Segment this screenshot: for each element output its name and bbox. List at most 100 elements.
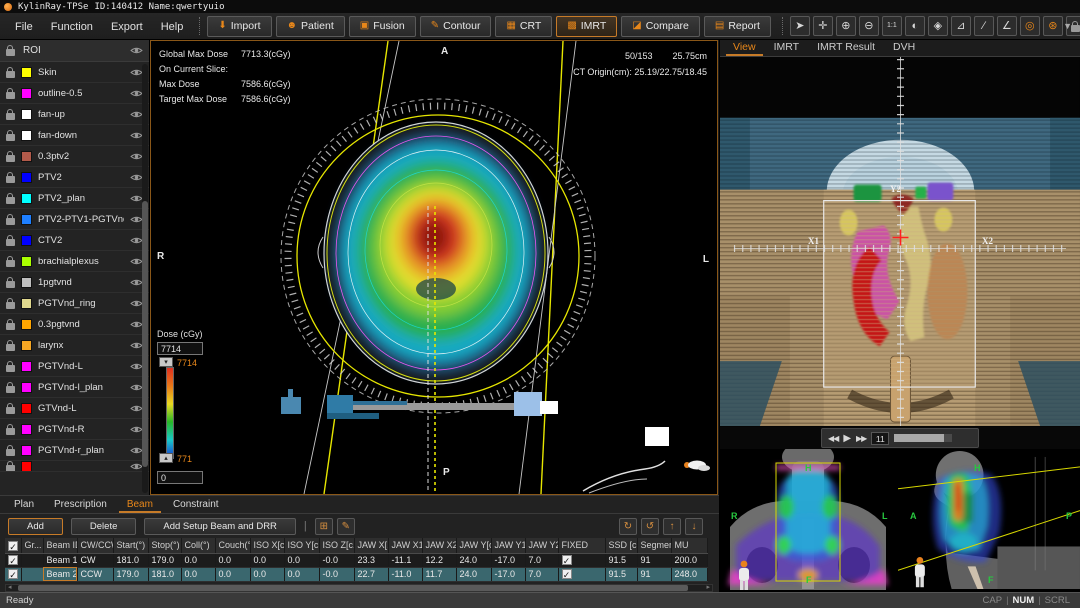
column-coll[interactable]: Coll(°) (181, 538, 215, 553)
lock-icon[interactable] (6, 323, 15, 330)
column-jaw-y1[interactable]: JAW Y1... (491, 538, 525, 553)
move-down-icon[interactable]: ↓ (685, 518, 703, 535)
rotate-ccw-icon[interactable]: ↺ (641, 518, 659, 535)
roi-color-swatch[interactable] (21, 235, 32, 246)
dose-max-input[interactable]: 7714 (157, 342, 203, 355)
lock-icon[interactable] (6, 218, 15, 225)
roi-color-swatch[interactable] (21, 298, 32, 309)
roi-item-partial[interactable] (0, 461, 149, 472)
roi-item-outline-0-5[interactable]: outline-0.5 (0, 83, 149, 104)
column-cw-ccw[interactable]: CW/CCW (77, 538, 113, 553)
table-row[interactable]: ✓Beam 2CCW179.0181.00.00.00.00.0-0.022.7… (5, 567, 707, 581)
lock-icon[interactable] (6, 113, 15, 120)
tab-plan[interactable]: Plan (6, 497, 42, 513)
lock-icon[interactable] (6, 344, 15, 351)
toolbar-button-contour[interactable]: ✎ Contour (420, 16, 492, 37)
tab-imrt-result[interactable]: IMRT Result (810, 40, 882, 56)
tab-view[interactable]: View (726, 40, 763, 56)
roi-color-swatch[interactable] (21, 193, 32, 204)
column-jaw-y-c[interactable]: JAW Y[c... (456, 538, 491, 553)
column-start[interactable]: Start(°) (113, 538, 148, 553)
toolbar-button-patient[interactable]: ☻ Patient (276, 16, 345, 37)
column-iso-x-c[interactable]: ISO X[c... (250, 538, 284, 553)
tool-zoom-in-icon[interactable]: ⊕ (836, 16, 856, 36)
lock-icon[interactable] (6, 155, 15, 162)
tab-prescription[interactable]: Prescription (46, 497, 115, 513)
lock-icon[interactable] (6, 449, 15, 456)
column-jaw-x2[interactable]: JAW X2... (422, 538, 456, 553)
roi-color-swatch[interactable] (21, 445, 32, 456)
lock-icon[interactable] (6, 465, 15, 472)
roi-item-ptv2-plan[interactable]: PTV2_plan (0, 188, 149, 209)
roi-color-swatch[interactable] (21, 130, 32, 141)
tool-dose-rings-icon[interactable]: ⊛ (1043, 16, 1063, 36)
tool-pointer-icon[interactable]: ➤ (790, 16, 810, 36)
roi-item-pgtvnd-l[interactable]: PGTVnd-L (0, 356, 149, 377)
roi-color-swatch[interactable] (21, 88, 32, 99)
column-couch[interactable]: Couch(°) (215, 538, 250, 553)
roi-item-pgtvnd-l-plan[interactable]: PGTVnd-l_plan (0, 377, 149, 398)
toolbar-button-fusion[interactable]: ▣ Fusion (349, 16, 416, 37)
menu-function[interactable]: Function (42, 18, 102, 36)
dose-lower-handle[interactable]: ▴ (159, 453, 173, 463)
lock-icon[interactable] (6, 176, 15, 183)
add-setup-beam-drr-button[interactable]: Add Setup Beam and DRR (144, 518, 296, 535)
column-fixed[interactable]: FIXED (558, 538, 605, 553)
checkbox-icon[interactable]: ✓ (8, 541, 18, 551)
edit-beam-icon[interactable]: ✎ (337, 518, 355, 535)
lock-icon[interactable] (6, 239, 15, 246)
lock-icon[interactable] (6, 49, 15, 56)
roi-color-swatch[interactable] (21, 461, 32, 472)
lock-icon[interactable] (6, 197, 15, 204)
lock-icon[interactable] (6, 407, 15, 414)
tool-zoom-out-icon[interactable]: ⊖ (859, 16, 879, 36)
table-row[interactable]: ✓Beam 1CW181.0179.00.00.00.00.0-0.023.3-… (5, 553, 707, 567)
beam-enabled-checkbox[interactable]: ✓ (8, 569, 18, 579)
roi-item-fan-down[interactable]: fan-down (0, 125, 149, 146)
roi-item-gtvnd-l[interactable]: GTVnd-L (0, 398, 149, 419)
roi-item-0-3ptv2[interactable]: 0.3ptv2 (0, 146, 149, 167)
roi-item-0-3pgtvnd[interactable]: 0.3pgtvnd (0, 314, 149, 335)
dose-upper-handle[interactable]: ▾ (159, 357, 173, 367)
roi-color-swatch[interactable] (21, 67, 32, 78)
column-segment[interactable]: Segment (637, 538, 671, 553)
lock-icon[interactable] (6, 386, 15, 393)
tool-pan-icon[interactable]: ✛ (813, 16, 833, 36)
delete-beam-button[interactable]: Delete (71, 518, 136, 535)
lock-icon[interactable] (6, 92, 15, 99)
rotate-cw-icon[interactable]: ↻ (619, 518, 637, 535)
dose-range-slider[interactable]: ▾ 7714 ▴ 771 (157, 357, 217, 469)
column-ssd-cm[interactable]: SSD [cm] (605, 538, 637, 553)
roi-item-pgtvnd-r[interactable]: PGTVnd-R (0, 419, 149, 440)
column-jaw-x1[interactable]: JAW X1... (388, 538, 422, 553)
roi-item-ptv2-ptv1-pgtvnd-pgtvn[interactable]: PTV2-PTV1-PGTVnd-PGTVn (0, 209, 149, 230)
beam-enabled-checkbox[interactable]: ✓ (8, 555, 18, 565)
roi-item-skin[interactable]: Skin (0, 62, 149, 83)
menu-file[interactable]: File (6, 18, 42, 36)
eye-icon[interactable] (130, 46, 143, 55)
roi-header[interactable]: ROI (0, 40, 149, 62)
axial-dose-view[interactable]: Global Max Dose7713.3(cGy) On Current Sl… (150, 40, 718, 495)
roi-item-fan-up[interactable]: fan-up (0, 104, 149, 125)
lock-icon[interactable] (6, 71, 15, 78)
roi-item-1pgtvnd[interactable]: 1pgtvnd (0, 272, 149, 293)
toolbar-button-compare[interactable]: ◪ Compare (621, 16, 700, 37)
toolbar-button-imrt[interactable]: ▩ IMRT (556, 16, 617, 37)
tab-constraint[interactable]: Constraint (165, 497, 227, 513)
tool-measure-icon[interactable]: ∕ (974, 16, 994, 36)
tool-profile-curve-icon[interactable]: ⊿ (951, 16, 971, 36)
menu-help[interactable]: Help (152, 18, 193, 36)
toolbar-button-crt[interactable]: ▦ CRT (495, 16, 552, 37)
roi-item-brachialplexus[interactable]: brachialplexus (0, 251, 149, 272)
roi-item-pgtvnd-ring[interactable]: PGTVnd_ring (0, 293, 149, 314)
column-stop[interactable]: Stop(°) (148, 538, 181, 553)
roi-color-swatch[interactable] (21, 340, 32, 351)
roi-item-ptv2[interactable]: PTV2 (0, 167, 149, 188)
roi-color-swatch[interactable] (21, 109, 32, 120)
beams-eye-view[interactable]: X1 X2 Y2 (720, 57, 1080, 427)
tab-dvh[interactable]: DVH (886, 40, 922, 56)
sagittal-dose-view[interactable]: H A P F (898, 449, 1080, 592)
tool-one-to-one-icon[interactable]: 1:1 (882, 16, 902, 36)
roi-color-swatch[interactable] (21, 319, 32, 330)
roi-color-swatch[interactable] (21, 361, 32, 372)
